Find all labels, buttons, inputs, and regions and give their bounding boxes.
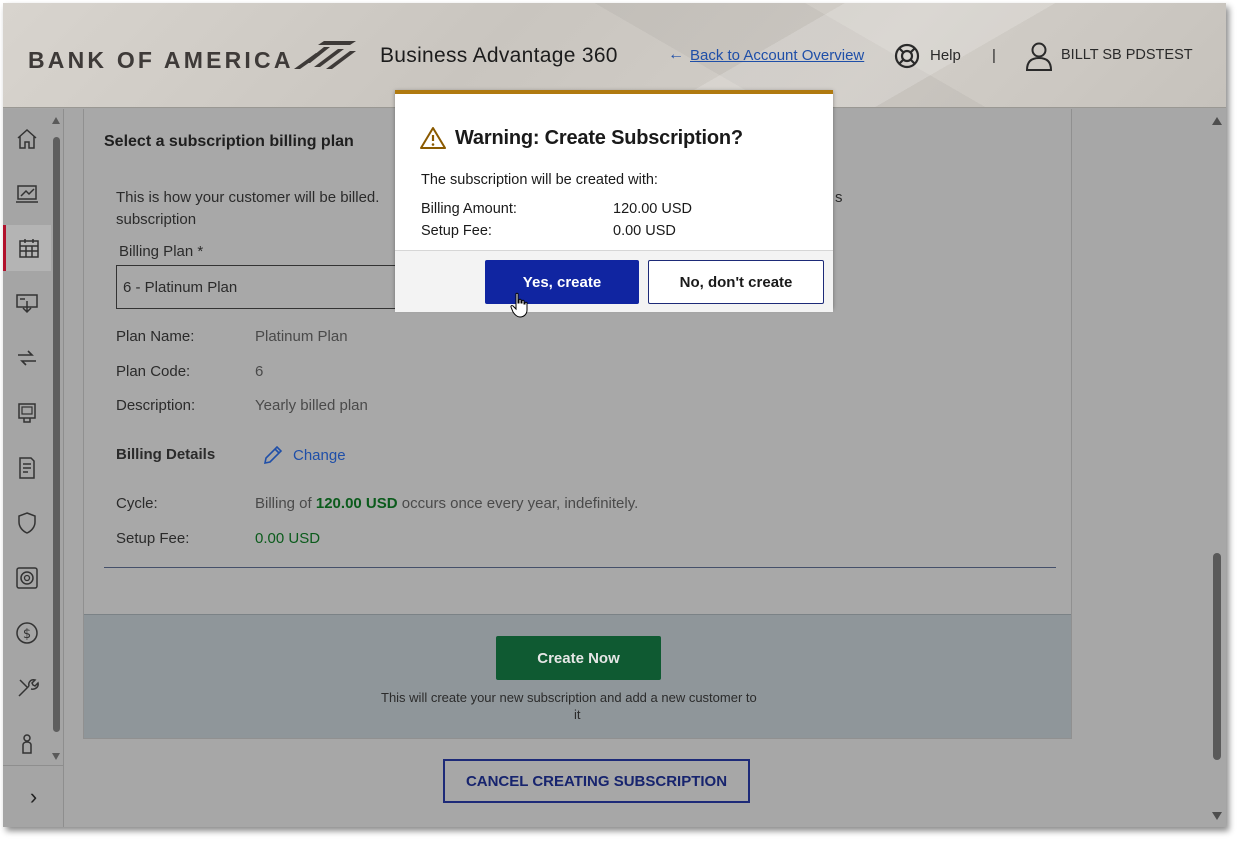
cycle-suffix: occurs once every year, indefinitely. [397,495,639,512]
bofa-flag-logo-icon [294,41,356,69]
intro-text-tail: s [835,189,843,206]
warning-icon [420,127,446,149]
home-icon [17,128,37,149]
setup-fee-value: 0.00 USD [255,530,321,547]
plan-name-label: Plan Name: [116,328,195,345]
scroll-down-icon[interactable] [1212,812,1222,820]
vault-icon [16,567,38,589]
dialog-billing-amount-value: 120.00 USD [613,201,692,217]
shield-icon [18,512,36,534]
sidebar-item-security[interactable] [3,500,51,546]
billing-plan-label: Billing Plan * [119,243,204,260]
pencil-edit-icon[interactable] [262,444,284,466]
sidebar-item-payments[interactable]: $ [3,610,51,656]
yes-create-button[interactable]: Yes, create [485,260,639,304]
create-now-button[interactable]: Create Now [496,636,661,680]
sidebar-item-transfer[interactable] [3,335,51,381]
no-dont-create-button[interactable]: No, don't create [648,260,824,304]
plan-name-value: Platinum Plan [255,328,348,345]
scroll-up-icon[interactable] [1212,117,1222,125]
sidebar-item-documents[interactable] [3,445,51,491]
billing-plan-select[interactable]: 6 - Platinum Plan [116,265,416,309]
back-arrow-icon[interactable]: ← [668,46,684,64]
change-billing-link[interactable]: Change [293,447,346,464]
chevron-right-icon: › [29,783,38,809]
cycle-prefix: Billing of [255,495,316,512]
document-icon [19,457,35,479]
help-link[interactable]: Help [930,47,961,64]
cancel-creating-subscription-button[interactable]: CANCEL CREATING SUBSCRIPTION [443,759,750,803]
hand-pointer-cursor-icon [510,292,528,318]
intro-text-line2: subscription [116,211,197,228]
sidebar-scroll-down-icon[interactable] [52,753,60,760]
dialog-billing-amount-label: Billing Amount: [421,201,517,217]
sidebar-item-terminal[interactable] [3,390,51,436]
sidebar-scroll-thumb[interactable] [53,137,60,732]
product-name: Business Advantage 360 [380,44,618,67]
dialog-title: Warning: Create Subscription? [455,127,743,149]
description-value: Yearly billed plan [255,397,368,414]
scroll-thumb[interactable] [1213,553,1221,760]
billing-details-label: Billing Details [116,446,216,463]
transfer-icon [18,350,36,366]
sidebar-item-calendar[interactable] [3,225,51,271]
sidebar-item-vault[interactable] [3,555,51,601]
sidebar-item-tools[interactable] [3,665,51,711]
plan-code-label: Plan Code: [116,363,191,380]
section-title: Select a subscription billing plan [104,133,354,150]
sidebar-item-home[interactable] [3,116,51,162]
back-to-account-overview-link[interactable]: Back to Account Overview [690,47,864,64]
tools-icon [18,679,39,697]
cycle-label: Cycle: [116,495,158,512]
page-scrollbar[interactable] [1208,109,1226,827]
calendar-icon [18,239,39,258]
sidebar-scroll-up-icon[interactable] [52,117,60,124]
person-icon [22,734,32,754]
sidebar-nav: $ › [3,109,64,827]
confirm-create-dialog: Warning: Create Subscription? The subscr… [395,90,833,312]
dialog-setup-fee-label: Setup Fee: [421,223,492,239]
billing-plan-value: 6 - Platinum Plan [123,279,238,296]
description-label: Description: [116,397,196,414]
sidebar-item-profile[interactable] [3,720,51,766]
create-note-line1: This will create your new subscription a… [381,690,757,705]
cycle-amount: 120.00 USD [315,495,398,512]
user-name[interactable]: BILLT SB PDSTEST [1061,47,1193,63]
dialog-setup-fee-value: 0.00 USD [613,223,676,239]
setup-fee-label: Setup Fee: [116,530,190,547]
user-avatar-icon[interactable] [1025,41,1053,71]
dialog-actions: Yes, create No, don't create [395,250,833,312]
help-lifebuoy-icon[interactable] [894,43,920,69]
svg-text:$: $ [23,627,31,642]
dollar-icon: $ [16,622,38,644]
app-window: BANK OF AMERICA Business Advantage 360 ←… [3,3,1226,827]
cycle-description: Billing of 120.00 USD occurs once every … [255,495,638,512]
brand-logo-text[interactable]: BANK OF AMERICA [28,47,294,74]
deposit-icon [16,294,38,314]
sidebar-item-dashboard[interactable] [3,171,51,217]
sidebar-expand-button[interactable]: › [3,765,64,827]
intro-text: This is how your customer will be billed… [116,189,380,206]
sidebar-item-deposit[interactable] [3,280,51,326]
section-divider [104,567,1056,568]
dashboard-icon [16,185,38,203]
dialog-intro: The subscription will be created with: [421,172,658,188]
create-note-line2: it [574,707,581,722]
terminal-icon [18,403,36,423]
sidebar-scrollbar[interactable] [52,117,61,760]
header-separator: | [992,47,996,64]
plan-code-value: 6 [255,363,264,380]
